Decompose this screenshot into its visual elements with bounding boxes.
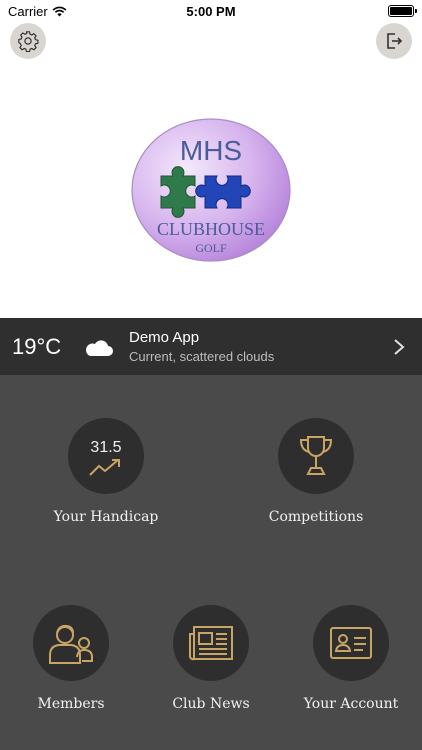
cloud-icon xyxy=(86,339,113,356)
status-left: Carrier xyxy=(8,4,67,19)
wifi-icon xyxy=(52,6,67,16)
competitions-label: Competitions xyxy=(268,509,364,525)
members-circle[interactable] xyxy=(33,605,109,681)
handicap-value: 31.5 xyxy=(90,439,122,456)
members-tile[interactable]: Members xyxy=(1,605,141,712)
members-label: Members xyxy=(37,696,105,712)
handicap-circle[interactable]: 31.5 xyxy=(68,418,144,494)
logo-line1: MHS xyxy=(180,135,242,166)
logout-icon xyxy=(387,33,403,49)
chevron-right-icon xyxy=(394,338,405,355)
handicap-label: Your Handicap xyxy=(53,509,159,525)
weather-bar[interactable]: 19°C Demo App Current, scattered clouds xyxy=(0,318,422,375)
club-logo: MHS CLUBHOUSE GOLF xyxy=(131,118,291,262)
your-account-tile[interactable]: Your Account xyxy=(281,605,421,712)
logo-line3: GOLF xyxy=(195,241,227,255)
members-icon xyxy=(49,624,93,664)
competitions-circle[interactable] xyxy=(278,418,354,494)
club-news-tile[interactable]: Club News xyxy=(141,605,281,712)
logout-button[interactable] xyxy=(376,23,412,59)
status-bar: Carrier 5:00 PM xyxy=(0,0,422,22)
trend-icon xyxy=(89,459,120,476)
temperature: 19°C xyxy=(12,333,62,359)
logo-line2: CLUBHOUSE xyxy=(157,219,265,239)
carrier-label: Carrier xyxy=(8,3,48,19)
your-account-label: Your Account xyxy=(303,696,399,712)
your-account-circle[interactable] xyxy=(313,605,389,681)
gear-icon xyxy=(18,31,39,52)
main-menu: 31.5 Your Handicap Competitions Members … xyxy=(0,375,422,750)
your-handicap-tile[interactable]: 31.5 Your Handicap xyxy=(36,418,176,525)
id-card-icon xyxy=(330,627,372,659)
club-news-circle[interactable] xyxy=(173,605,249,681)
weather-text: Demo App Current, scattered clouds xyxy=(129,329,392,364)
weather-description: Current, scattered clouds xyxy=(129,349,275,364)
club-news-label: Club News xyxy=(172,696,250,712)
competitions-tile[interactable]: Competitions xyxy=(246,418,386,525)
trophy-icon xyxy=(299,436,333,475)
battery-level xyxy=(390,7,412,15)
newspaper-icon xyxy=(189,626,233,661)
settings-button[interactable] xyxy=(10,23,46,59)
battery-icon xyxy=(388,5,417,17)
weather-title: Demo App xyxy=(129,329,200,346)
